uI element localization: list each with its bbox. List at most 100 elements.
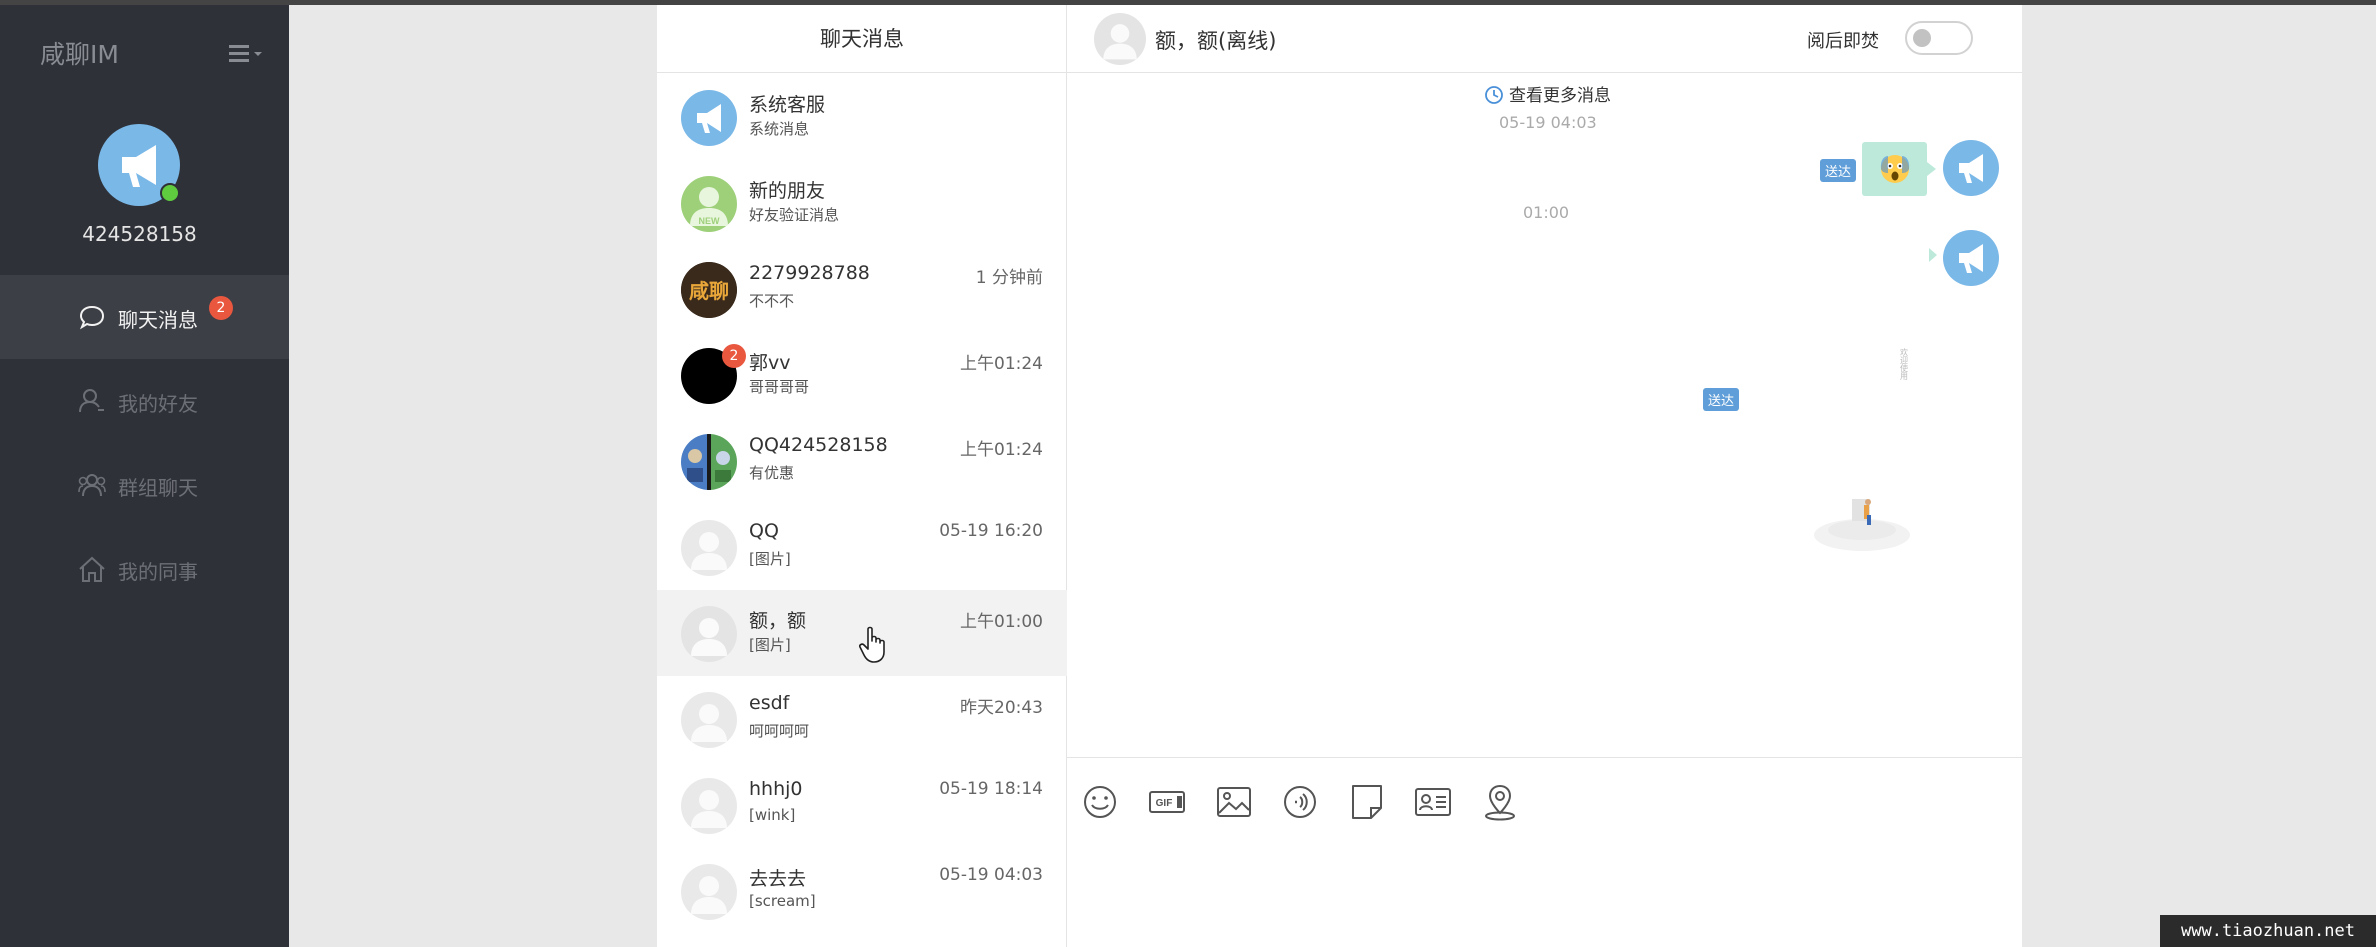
user-id: 424528158 <box>82 222 197 246</box>
conversation-time: 05-19 04:03 <box>939 865 1043 885</box>
conversation-preview: [scream] <box>749 892 816 910</box>
brand-logo-icon: 咸聊 <box>681 262 737 318</box>
contact-avatar[interactable] <box>1094 13 1146 65</box>
brand-logo-text: 咸聊 <box>689 279 729 303</box>
chat-panel: 额，额(离线) 阅后即焚 查看更多消息 05-19 04:03 送达 01:00… <box>1067 5 2022 947</box>
new-friend-icon: NEW <box>690 187 728 226</box>
conversation-item[interactable]: 咸聊 2279928788 不不不 1 分钟前 <box>657 246 1067 332</box>
delivered-tag: 送达 <box>1703 388 1740 411</box>
burn-after-read-toggle[interactable] <box>1905 21 1973 55</box>
conversation-name: QQ424528158 <box>749 434 888 456</box>
conversation-preview: 好友验证消息 <box>749 206 840 224</box>
conversation-panel-title: 聊天消息 <box>657 5 1067 73</box>
message-bubble-emoji[interactable] <box>1862 142 1936 196</box>
burn-after-read-label: 阅后即焚 <box>1807 31 1879 52</box>
conversation-item[interactable]: 去去去 [scream] 05-19 04:03 <box>657 848 1067 934</box>
user-icon <box>79 389 104 413</box>
conversation-avatar <box>681 90 737 146</box>
conversation-item[interactable]: QQ [图片] 05-19 16:20 <box>657 504 1067 590</box>
scream-emoji-icon <box>1880 155 1910 183</box>
nav-label: 群组聊天 <box>118 476 198 500</box>
conversation-item[interactable]: NEW 新的朋友 好友验证消息 <box>657 160 1067 246</box>
default-avatar-icon <box>691 704 727 742</box>
users-group-icon <box>78 474 106 497</box>
delivered-tag: 送达 <box>1820 159 1857 182</box>
watermark: www.tiaozhuan.net <box>2160 915 2376 947</box>
gif-icon[interactable]: GIF <box>1147 782 1187 822</box>
conversation-preview: 系统消息 <box>749 120 810 138</box>
conversation-preview: 哥哥哥哥 <box>749 378 810 396</box>
app-brand: 咸聊IM <box>40 40 119 69</box>
unread-badge: 2 <box>209 296 233 320</box>
location-icon[interactable] <box>1480 782 1520 822</box>
emoji-icon[interactable] <box>1080 782 1120 822</box>
conversation-name: 2279928788 <box>749 262 870 284</box>
default-avatar-icon <box>691 876 727 914</box>
conversation-time: 05-19 16:20 <box>939 521 1043 541</box>
conversation-item-selected[interactable]: 额，额 [图片] 上午01:00 <box>657 590 1067 676</box>
conversation-time: 1 分钟前 <box>975 268 1043 288</box>
conversation-time: 上午01:00 <box>960 612 1043 632</box>
toggle-knob <box>1913 29 1931 47</box>
conversation-avatar: NEW <box>681 176 737 232</box>
conversation-time: 上午01:24 <box>960 354 1043 374</box>
megaphone-icon <box>1959 154 1983 183</box>
conversation-name: 系统客服 <box>749 94 826 116</box>
contact-card-icon[interactable] <box>1413 782 1453 822</box>
image-message[interactable]: 欢迎使用 <box>1747 233 1947 563</box>
nav-label: 我的同事 <box>118 560 198 584</box>
unread-badge: 2 <box>722 344 746 368</box>
image-caption: 欢迎使用 <box>1900 347 1909 381</box>
conversation-time: 上午01:24 <box>960 440 1043 460</box>
conversation-time: 昨天20:43 <box>960 698 1043 718</box>
conversation-list: 系统客服 系统消息 NEW 新的朋友 好友验证消息 咸聊 2279928788 … <box>657 74 1067 934</box>
message-timestamp: 05-19 04:03 <box>1499 113 1597 132</box>
conversation-avatar <box>681 520 737 576</box>
nav-item-my-friends[interactable]: 我的好友 <box>0 359 289 443</box>
nav-label: 我的好友 <box>118 392 198 416</box>
conversation-avatar <box>681 692 737 748</box>
default-avatar-icon <box>1103 24 1137 60</box>
load-more-label: 查看更多消息 <box>1509 86 1611 106</box>
home-icon <box>79 556 105 582</box>
default-avatar-icon <box>691 618 727 656</box>
conversation-preview: [图片] <box>749 550 791 568</box>
menu-icon[interactable] <box>229 43 263 65</box>
welcome-illustration-icon: 欢迎使用 <box>1814 347 1910 551</box>
load-more-messages[interactable]: 查看更多消息 <box>1484 81 1611 106</box>
conversation-time: 05-19 18:14 <box>939 779 1043 799</box>
conversation-avatar <box>681 606 737 662</box>
conversation-avatar: 咸聊 <box>681 262 737 318</box>
conversation-preview: [图片] <box>749 636 791 654</box>
conversation-avatar <box>681 864 737 920</box>
message-timestamp: 01:00 <box>1523 203 1570 222</box>
conversation-name: 额，额 <box>749 610 807 632</box>
message-input-area[interactable]: GIF <box>1067 757 2022 947</box>
chat-bubble-icon <box>79 305 105 330</box>
megaphone-icon <box>1959 244 1983 273</box>
voice-icon[interactable] <box>1280 782 1320 822</box>
conversation-name: hhhj0 <box>749 778 803 800</box>
default-avatar-icon <box>691 790 727 828</box>
file-icon[interactable] <box>1347 782 1387 822</box>
chat-header: 额，额(离线) 阅后即焚 <box>1067 5 2022 73</box>
my-avatar <box>1943 230 1999 286</box>
megaphone-icon <box>697 104 721 133</box>
clock-icon <box>1485 86 1503 104</box>
conversation-name: 去去去 <box>749 868 807 890</box>
conversation-item[interactable]: 2 郭vv 哥哥哥哥 上午01:24 <box>657 332 1067 418</box>
nav-item-colleagues[interactable]: 我的同事 <box>0 527 289 611</box>
conversation-name: QQ <box>749 520 779 542</box>
conversation-avatar <box>681 778 737 834</box>
online-status-dot <box>160 183 180 203</box>
conversation-item[interactable]: 系统客服 系统消息 <box>657 74 1067 160</box>
conversation-item[interactable]: QQ424528158 有优惠 上午01:24 <box>657 418 1067 504</box>
conversation-name: 郭vv <box>749 352 791 374</box>
conversation-avatar <box>681 434 737 490</box>
nav-item-chat-messages[interactable]: 聊天消息 2 <box>0 275 289 359</box>
conversation-item[interactable]: esdf 呵呵呵呵 昨天20:43 <box>657 676 1067 762</box>
nav-item-group-chat[interactable]: 群组聊天 <box>0 443 289 527</box>
image-icon[interactable] <box>1214 782 1254 822</box>
conversation-preview: 不不不 <box>749 292 795 310</box>
conversation-item[interactable]: hhhj0 [wink] 05-19 18:14 <box>657 762 1067 848</box>
